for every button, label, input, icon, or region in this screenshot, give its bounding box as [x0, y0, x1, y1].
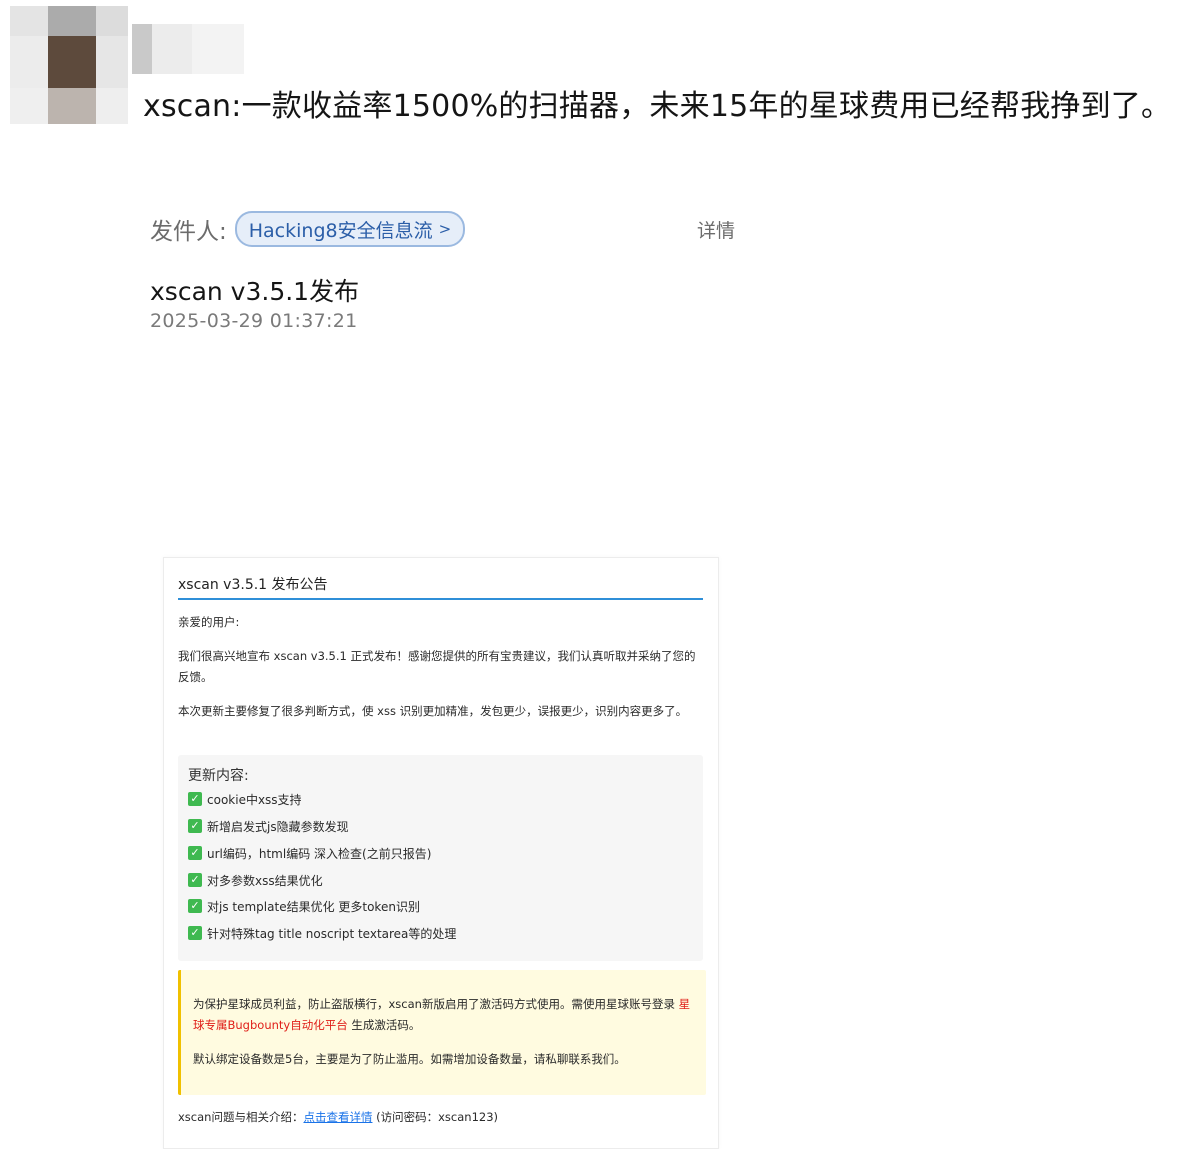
chevron-right-icon: >: [438, 220, 452, 238]
updates-box: 更新内容: ✓ cookie中xss支持 ✓ 新增启发式js隐藏参数发现 ✓ u…: [178, 755, 703, 961]
view-details-link[interactable]: 点击查看详情: [303, 1110, 372, 1124]
notice-paragraph-1: 为保护星球成员利益，防止盗版横行，xscan新版启用了激活码方式使用。需使用星球…: [193, 994, 693, 1036]
list-item: ✓ 新增启发式js隐藏参数发现: [188, 817, 349, 835]
list-item: ✓ url编码，html编码 深入检查(之前只报告): [188, 844, 431, 862]
card-footer: xscan问题与相关介绍：点击查看详情 (访问密码：xscan123): [178, 1109, 498, 1125]
footer-password: (访问密码：xscan123): [372, 1110, 499, 1124]
check-icon: ✓: [188, 846, 202, 860]
avatar: [10, 6, 128, 124]
card-header: xscan v3.5.1 发布公告: [178, 574, 703, 600]
notice-text: 为保护星球成员利益，防止盗版横行，xscan新版启用了激活码方式使用。需使用星球…: [193, 997, 679, 1011]
check-icon: ✓: [188, 926, 202, 940]
notice-box: 为保护星球成员利益，防止盗版横行，xscan新版启用了激活码方式使用。需使用星球…: [178, 970, 706, 1095]
update-text: url编码，html编码 深入检查(之前只报告): [207, 846, 432, 861]
article-title: xscan:一款收益率1500%的扫描器，未来15年的星球费用已经帮我挣到了。: [143, 89, 1172, 124]
update-text: 对js template结果优化 更多token识别: [207, 899, 420, 914]
notice-text: 生成激活码。: [347, 1018, 421, 1032]
card-paragraph-2: 本次更新主要修复了很多判断方式，使 xss 识别更加精准，发包更少，误报更少，识…: [178, 704, 688, 718]
card-paragraph-1: 我们很高兴地宣布 xscan v3.5.1 正式发布！感谢您提供的所有宝贵建议，…: [178, 649, 696, 684]
list-item: ✓ 针对特殊tag title noscript textarea等的处理: [188, 924, 456, 942]
update-text: 对多参数xss结果优化: [207, 873, 323, 888]
notice-paragraph-2: 默认绑定设备数是5台，主要是为了防止滥用。如需增加设备数量，请私聊联系我们。: [193, 1052, 626, 1066]
author-name-blurred: [132, 24, 244, 74]
check-icon: ✓: [188, 899, 202, 913]
check-icon: ✓: [188, 792, 202, 806]
check-icon: ✓: [188, 873, 202, 887]
sender-label: 发件人:: [150, 219, 227, 245]
sender-name: Hacking8安全信息流: [248, 219, 433, 242]
card-greeting: 亲爱的用户:: [178, 615, 240, 629]
sender-row: 发件人: Hacking8安全信息流 >: [150, 210, 466, 248]
post-title: xscan v3.5.1发布: [150, 277, 360, 306]
check-icon: ✓: [188, 819, 202, 833]
list-item: ✓ 对多参数xss结果优化: [188, 871, 323, 889]
announcement-card: xscan v3.5.1 发布公告 亲爱的用户: 我们很高兴地宣布 xscan …: [163, 557, 719, 1149]
footer-text: xscan问题与相关介绍：: [178, 1110, 304, 1124]
updates-title: 更新内容:: [188, 768, 249, 784]
post-timestamp: 2025-03-29 01:37:21: [150, 310, 358, 332]
update-text: 针对特殊tag title noscript textarea等的处理: [207, 926, 457, 941]
update-text: 新增启发式js隐藏参数发现: [207, 819, 349, 834]
list-item: ✓ cookie中xss支持: [188, 790, 302, 808]
details-link[interactable]: 详情: [697, 216, 735, 243]
list-item: ✓ 对js template结果优化 更多token识别: [188, 897, 420, 915]
sender-tag[interactable]: Hacking8安全信息流 >: [234, 211, 466, 247]
update-text: cookie中xss支持: [207, 792, 302, 807]
